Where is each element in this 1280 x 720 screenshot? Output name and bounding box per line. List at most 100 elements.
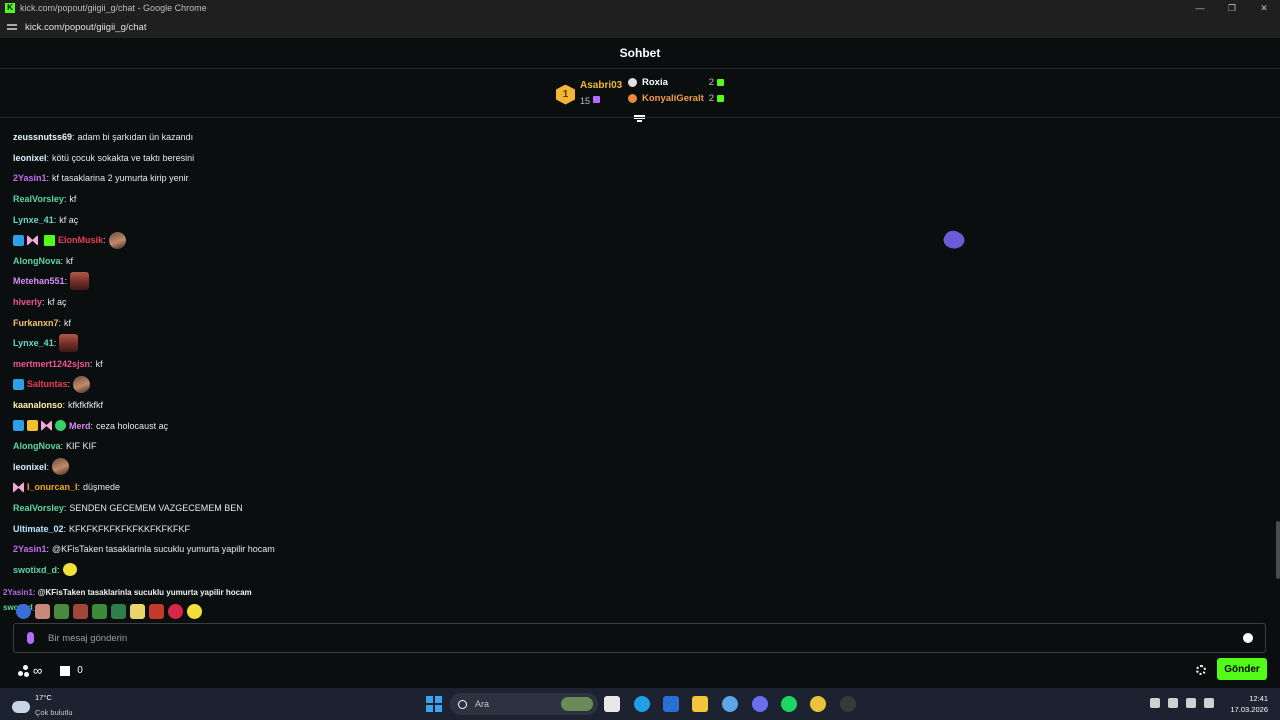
emoji-icon[interactable] [1243, 633, 1253, 643]
chat-username[interactable]: swotixd_d [13, 565, 57, 575]
chat-username[interactable]: mertmert1242sjsn [13, 359, 90, 369]
close-button[interactable]: ✕ [1248, 0, 1280, 16]
chat-username[interactable]: zeussnutss69 [13, 132, 72, 142]
ok-badge-icon [55, 420, 66, 432]
chat-message: Lynxe_41: kf aç [13, 209, 1263, 230]
chat-username[interactable]: hiverly [13, 297, 42, 307]
overlay-message: 2Yasin1: @KFisTaken tasaklarinla sucuklu… [3, 588, 252, 597]
task-view-icon[interactable] [604, 696, 620, 712]
chat-text: kötü çocuk sokakta ve taktı beresini [52, 152, 195, 163]
separator: : [57, 564, 60, 575]
windows-start-icon[interactable] [426, 696, 442, 712]
silver-medal-icon [628, 78, 637, 87]
microphone-tray-icon[interactable] [1168, 698, 1178, 708]
gear-icon[interactable] [1196, 665, 1206, 675]
chat-username[interactable]: Ultimate_02 [13, 524, 64, 534]
chat-username[interactable]: ElonMusik [58, 235, 103, 245]
chat-username[interactable]: Saltuntas [27, 379, 68, 389]
separator: : [46, 544, 50, 555]
gift-leaderboard: 1 Asabri03 15 Roxia 2 KonyaliGeralt 2 [0, 70, 1280, 122]
spotify-icon[interactable] [781, 696, 797, 712]
chat-username[interactable]: Furkanxn7 [13, 318, 59, 328]
chrome-icon[interactable] [810, 696, 826, 712]
emote [111, 603, 126, 619]
chat-text: kf [95, 358, 103, 369]
separator: : [42, 297, 45, 308]
chat-username[interactable]: 2Yasin1 [13, 544, 47, 554]
separator: : [72, 132, 75, 143]
message-input[interactable]: Bir mesaj gönderin [48, 633, 1243, 644]
chat-username[interactable]: Metehan551 [13, 276, 65, 286]
leaderboard-first[interactable]: 1 Asabri03 15 [556, 80, 622, 109]
separator: : [63, 502, 67, 513]
chat-text: kf tasaklarina 2 yumurta kirip yenir [52, 173, 189, 184]
chat-username[interactable]: kaanalonso [13, 400, 63, 410]
collapse-leaderboard-icon[interactable] [634, 114, 645, 122]
separator: : [64, 276, 68, 287]
volume-icon[interactable] [1204, 698, 1214, 708]
chat-message: hiverly: kf aç [13, 292, 1263, 313]
window-titlebar: K kick.com/popout/giigii_g/chat - Google… [0, 0, 1280, 16]
chat-text: kf [69, 194, 77, 205]
chat-username[interactable]: leonixel [13, 462, 47, 472]
chat-username[interactable]: AlongNova [13, 441, 61, 451]
store-icon[interactable] [663, 696, 679, 712]
separator: : [90, 358, 93, 369]
emote [187, 603, 202, 619]
chat-message: Merd: ceza holocaust aç [13, 415, 1263, 436]
chat-username[interactable]: AlongNova [13, 256, 61, 266]
file-explorer-icon[interactable] [692, 696, 708, 712]
chat-username[interactable]: I_onurcan_I [27, 482, 78, 492]
cloud-icon [12, 700, 30, 713]
chevron-up-icon[interactable] [1150, 698, 1160, 708]
maximize-button[interactable]: ❐ [1216, 0, 1248, 16]
wifi-icon[interactable] [1186, 698, 1196, 708]
microphone-icon[interactable] [27, 632, 34, 644]
shop-icon[interactable] [60, 665, 71, 676]
edge-icon[interactable] [634, 696, 650, 712]
chat-username[interactable]: Lynxe_41 [13, 338, 54, 348]
leaderboard-third[interactable]: KonyaliGeralt 2 [628, 93, 724, 104]
points-area[interactable]: ∞ 0 [18, 663, 83, 678]
clock-date: 17.03.2026 [1230, 705, 1268, 714]
send-button[interactable]: Gönder [1217, 658, 1267, 680]
emote-image [59, 334, 79, 353]
app-icon[interactable] [840, 696, 856, 712]
separator: : [53, 338, 57, 349]
chat-message: mertmert1242sjsn: kf [13, 354, 1263, 375]
mod-badge-icon [13, 420, 24, 432]
weather-widget[interactable]: 17°C Çok bulutlu [12, 693, 73, 720]
separator: : [62, 400, 66, 411]
separator: : [63, 194, 67, 205]
taskbar-search[interactable]: Ara [450, 693, 598, 715]
search-icon [458, 699, 467, 709]
chat-message: RealVorsley: SENDEN GECEMEM VAZGECEMEM BE… [13, 498, 1263, 519]
separator: : [46, 173, 50, 184]
chat-message: 2Yasin1: kf tasaklarina 2 yumurta kirip y… [13, 168, 1263, 189]
search-highlight-icon [561, 697, 593, 711]
system-tray [1150, 698, 1222, 708]
site-info-icon[interactable] [7, 22, 17, 32]
leader-name: KonyaliGeralt [642, 93, 704, 104]
minimize-button[interactable]: — [1184, 0, 1216, 16]
chat-text: kf [66, 255, 74, 266]
chat-username[interactable]: 2Yasin1 [13, 173, 47, 183]
emote [16, 603, 31, 619]
chat-username[interactable]: RealVorsley [13, 503, 64, 513]
fly-badge-icon [13, 481, 24, 493]
message-input-box[interactable]: Bir mesaj gönderin [13, 623, 1266, 653]
url-text[interactable]: kick.com/popout/giigii_g/chat [25, 22, 146, 33]
discord-icon[interactable] [752, 696, 768, 712]
clock[interactable]: 12:41 17.03.2026 [1228, 693, 1268, 715]
separator: : [63, 523, 67, 534]
chat-username[interactable]: RealVorsley [13, 194, 64, 204]
separator: : [90, 420, 94, 431]
chat-username[interactable]: Lynxe_41 [13, 215, 54, 225]
scrollbar[interactable] [1276, 521, 1280, 579]
chat-username[interactable]: Merd [69, 421, 91, 431]
settings-app-icon[interactable] [722, 696, 738, 712]
emote-strip [16, 602, 206, 620]
chat-username[interactable]: leonixel [13, 153, 47, 163]
leaderboard-second[interactable]: Roxia 2 [628, 77, 724, 88]
emote [54, 603, 69, 619]
